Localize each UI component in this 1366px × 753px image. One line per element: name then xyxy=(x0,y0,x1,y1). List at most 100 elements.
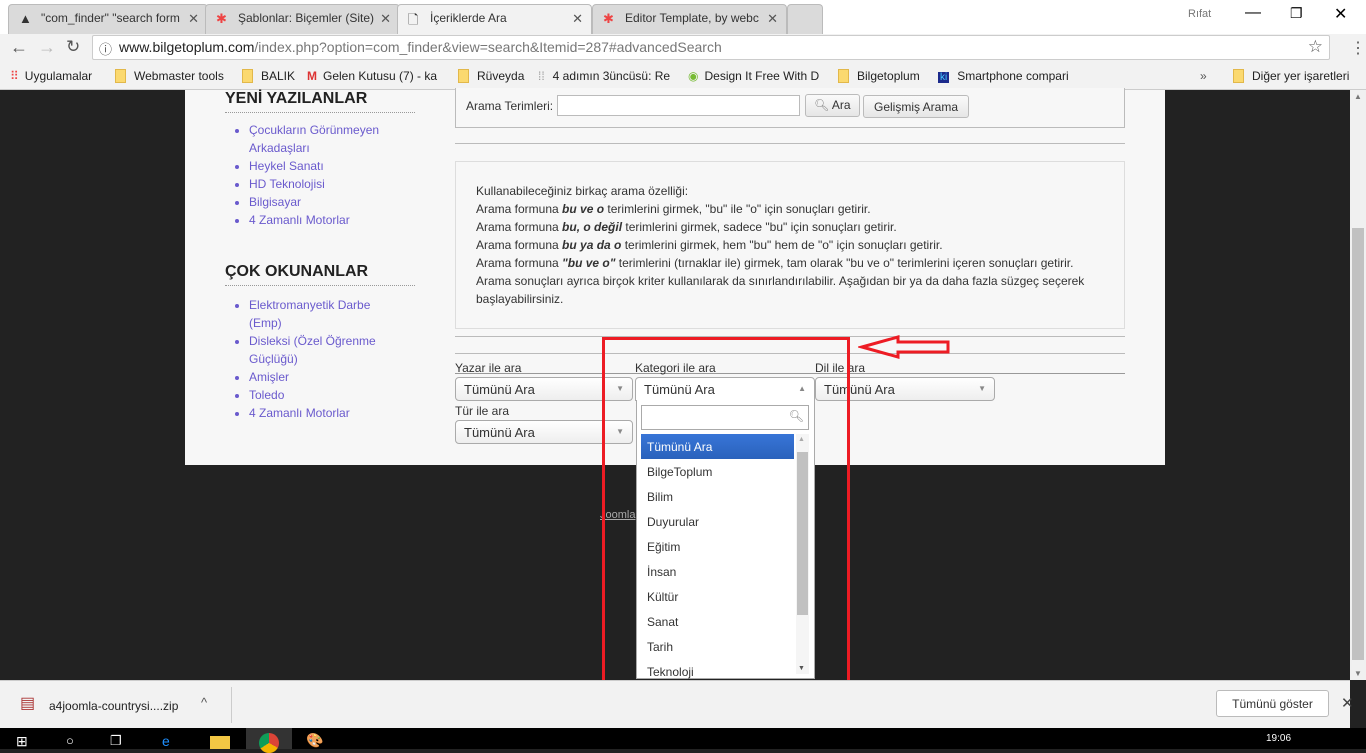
info-icon[interactable]: ⓘ xyxy=(99,39,112,58)
apps-icon: ⠿ xyxy=(10,69,19,83)
search-button[interactable]: 🔍︎ Ara xyxy=(805,94,860,117)
search-label: Arama Terimleri: xyxy=(466,99,554,113)
scroll-up-icon[interactable]: ▲ xyxy=(1354,92,1362,101)
popular-link[interactable]: 4 Zamanlı Motorlar xyxy=(249,404,399,422)
divider xyxy=(455,143,1125,144)
other-bookmarks[interactable]: Diğer yer işaretleri xyxy=(1233,69,1349,83)
annotation-arrow-icon xyxy=(858,335,950,359)
close-icon[interactable]: ✕ xyxy=(1341,694,1354,712)
bookmark-apps[interactable]: ⠿ Uygulamalar xyxy=(10,69,92,83)
paint-icon[interactable]: 🎨 xyxy=(306,732,323,749)
bookmark[interactable]: ⁞⁞ 4 adımın 3üncüsü: Re xyxy=(538,69,676,83)
popular-link[interactable]: Toledo xyxy=(249,386,399,404)
bookmark[interactable]: BALIK xyxy=(242,69,295,83)
folder-icon xyxy=(458,69,469,83)
star-icon[interactable]: ☆ xyxy=(1308,37,1323,57)
close-icon[interactable]: ✕ xyxy=(572,11,583,27)
recent-link[interactable]: Bilgisayar xyxy=(249,193,399,211)
grid-icon: ⁞⁞ xyxy=(538,69,545,83)
restore-icon[interactable]: ❐ xyxy=(1290,5,1303,22)
gmail-icon: M xyxy=(307,69,317,83)
explorer-icon[interactable] xyxy=(210,736,230,749)
bookmark[interactable]: Webmaster tools xyxy=(115,69,224,83)
recent-link[interactable]: Heykel Sanatı xyxy=(249,157,399,175)
address-bar[interactable]: ⓘ www.bilgetoplum.com/index.php?option=c… xyxy=(92,35,1330,60)
download-bar: ▤ a4joomla-countrysi....zip ^ Tümünü gös… xyxy=(0,680,1354,728)
tip-line: Arama formuna bu, o değil terimlerini gi… xyxy=(476,220,897,234)
forward-icon[interactable]: → xyxy=(38,37,56,58)
menu-icon[interactable]: ⋮ xyxy=(1350,38,1366,58)
scroll-thumb[interactable] xyxy=(1352,228,1364,660)
close-icon[interactable]: ✕ xyxy=(380,11,391,27)
tab-strip: ▲ "com_finder" "search form ✕ ✱ Şablonlar: … xyxy=(0,0,1366,34)
tab-2[interactable]: ✱ Şablonlar: Biçemler (Site) ✕ xyxy=(205,4,400,34)
tab-4[interactable]: ✱ Editor Template, by webc ✕ xyxy=(592,4,787,34)
popular-link[interactable]: Amişler xyxy=(249,368,399,386)
tip-line: Arama formuna "bu ve o" terimlerini (tır… xyxy=(476,256,1074,270)
show-all-button[interactable]: Tümünü göster xyxy=(1216,690,1329,717)
joomla-icon: ✱ xyxy=(216,11,227,26)
search-tips: Kullanabileceğiniz birkaç arama özelliği… xyxy=(455,161,1125,329)
design-icon: ◉ xyxy=(688,69,699,83)
chevron-down-icon: ▼ xyxy=(978,384,986,393)
ki-icon: ki xyxy=(938,72,950,83)
tip-line: Arama formuna bu ya da o terimlerini gir… xyxy=(476,238,943,252)
bookmark[interactable]: ki Smartphone compari xyxy=(938,69,1078,83)
download-file[interactable]: a4joomla-countrysi....zip xyxy=(49,699,178,713)
close-window-icon[interactable]: ✕ xyxy=(1334,4,1347,24)
archive-icon: ▤ xyxy=(20,695,36,712)
reload-icon[interactable]: ↻ xyxy=(66,37,80,57)
folder-icon xyxy=(838,69,849,83)
recent-heading: YENİ YAZILANLAR xyxy=(225,90,415,113)
windows-icon[interactable]: ⊞ xyxy=(16,733,28,750)
scroll-down-icon[interactable]: ▼ xyxy=(1354,669,1362,678)
back-icon[interactable]: ← xyxy=(10,37,28,58)
popular-link[interactable]: Disleksi (Özel Öğrenme Güçlüğü) xyxy=(249,332,399,368)
bookmark[interactable]: Bilgetoplum xyxy=(838,69,920,83)
search-icon[interactable]: ○ xyxy=(66,733,74,748)
tab-3[interactable]: 🗋 İçeriklerde Ara ✕ xyxy=(397,4,592,34)
popular-list: Elektromanyetik Darbe (Emp) Disleksi (Öz… xyxy=(249,296,399,422)
search-icon: 🔍︎ xyxy=(814,98,830,112)
divider xyxy=(231,687,232,723)
minimize-icon[interactable]: — xyxy=(1245,4,1261,22)
close-icon[interactable]: ✕ xyxy=(188,11,199,27)
folder-icon xyxy=(242,69,253,83)
recent-link[interactable]: 4 Zamanlı Motorlar xyxy=(249,211,399,229)
folder-icon xyxy=(1233,69,1244,83)
annotation-rectangle xyxy=(602,337,850,707)
taskbar: ⊞ ○ ❐ e 🎨 19:06 xyxy=(0,728,1366,753)
chrome-icon xyxy=(259,733,279,753)
folder-icon xyxy=(115,69,126,83)
search-input[interactable] xyxy=(557,95,800,116)
tip-line: Arama formuna bu ve o terimlerini girmek… xyxy=(476,202,871,216)
popular-heading: ÇOK OKUNANLAR xyxy=(225,263,415,286)
tip-line: Arama sonuçları ayrıca birçok kriter kul… xyxy=(476,274,1085,306)
joomla-icon: ✱ xyxy=(603,11,614,26)
advanced-search-button[interactable]: Gelişmiş Arama xyxy=(863,95,970,118)
tab-1[interactable]: ▲ "com_finder" "search form ✕ xyxy=(8,4,208,34)
task-view-icon[interactable]: ❐ xyxy=(110,733,122,749)
close-icon[interactable]: ✕ xyxy=(767,11,778,27)
more-bookmarks-icon[interactable]: » xyxy=(1200,69,1207,83)
clock[interactable]: 19:06 xyxy=(1266,733,1291,744)
bookmark[interactable]: Rüveyda xyxy=(458,69,524,83)
chevron-up-icon[interactable]: ^ xyxy=(201,695,207,710)
recent-list: Çocukların Görünmeyen Arkadaşları Heykel… xyxy=(249,121,399,229)
new-tab-button[interactable] xyxy=(787,4,823,34)
recent-link[interactable]: HD Teknolojisi xyxy=(249,175,399,193)
edge-icon[interactable]: e xyxy=(162,733,170,749)
bookmark[interactable]: M Gelen Kutusu (7) - ka xyxy=(307,69,445,83)
logo-icon: ▲ xyxy=(19,11,32,26)
chrome-taskbar-button[interactable] xyxy=(246,728,292,753)
recent-link[interactable]: Çocukların Görünmeyen Arkadaşları xyxy=(249,121,399,157)
page-scrollbar[interactable]: ▲ ▼ xyxy=(1350,90,1366,680)
search-form: Arama Terimleri: 🔍︎ Ara Gelişmiş Arama xyxy=(455,88,1125,128)
author-label: Yazar ile ara xyxy=(455,361,522,375)
tip-line: Kullanabileceğiniz birkaç arama özelliği… xyxy=(476,184,689,198)
bookmarks-bar: ⠿ Uygulamalar Webmaster tools BALIK M Gele… xyxy=(0,62,1366,90)
bookmark[interactable]: ◉ Design It Free With D xyxy=(688,69,826,83)
profile-name[interactable]: Rıfat xyxy=(1188,8,1211,20)
popular-link[interactable]: Elektromanyetik Darbe (Emp) xyxy=(249,296,399,332)
type-label: Tür ile ara xyxy=(455,404,510,418)
